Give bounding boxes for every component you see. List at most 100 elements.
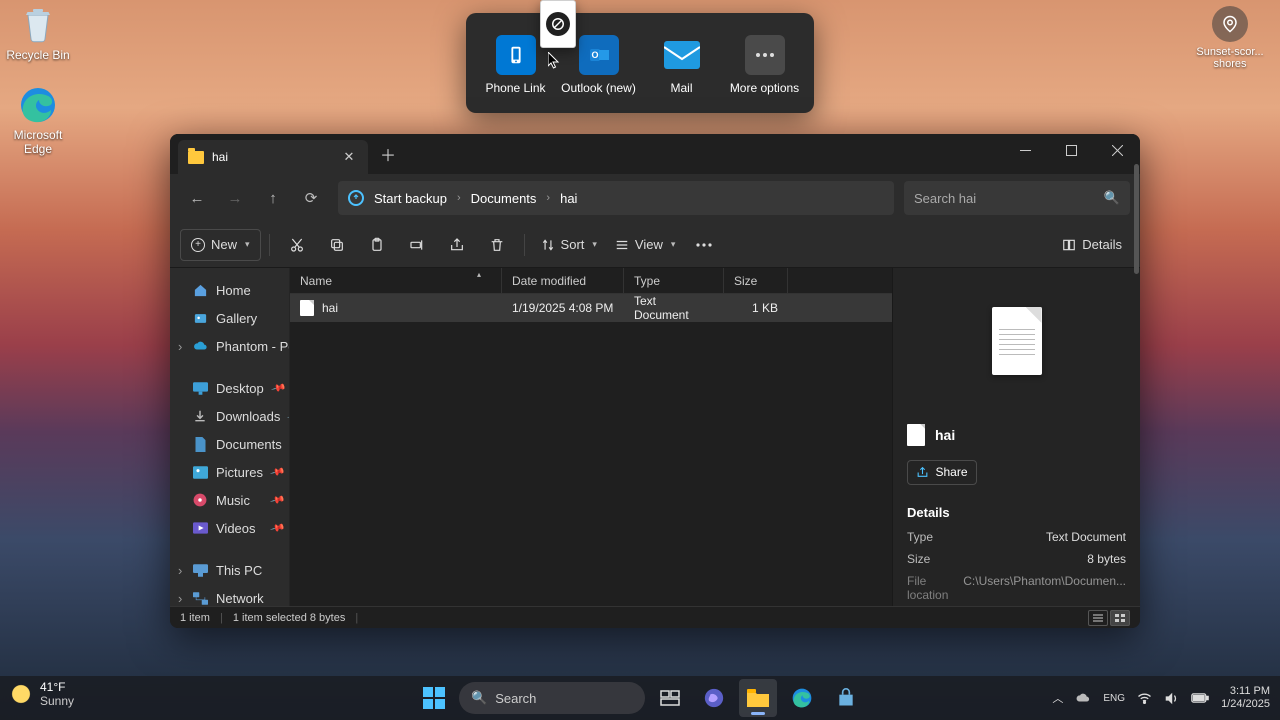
taskbar-weather[interactable]: 41°F Sunny: [10, 680, 74, 708]
breadcrumb-hai[interactable]: hai: [558, 191, 579, 206]
status-item-count: 1 item: [180, 612, 210, 624]
forward-button[interactable]: →: [218, 181, 252, 215]
taskbar[interactable]: 41°F Sunny 🔍 Search ︿ ENG 3:11 PM 1/24/2…: [0, 676, 1280, 720]
chevron-down-icon: ▾: [671, 239, 676, 250]
more-button[interactable]: [685, 229, 723, 261]
search-icon: 🔍: [471, 690, 487, 706]
address-bar[interactable]: Start backup › Documents › hai: [338, 181, 894, 215]
titlebar[interactable]: hai ✕ ＋: [170, 134, 1140, 174]
nav-desktop[interactable]: Desktop📌: [170, 374, 289, 402]
taskbar-search[interactable]: 🔍 Search: [459, 682, 645, 714]
pin-icon: 📌: [270, 380, 286, 396]
view-details-button[interactable]: [1088, 610, 1108, 626]
maximize-button[interactable]: [1048, 134, 1094, 166]
edge-icon: [17, 84, 59, 126]
start-button[interactable]: [415, 679, 453, 717]
mail-icon: [662, 35, 702, 75]
tray-onedrive-icon[interactable]: [1075, 693, 1091, 704]
text-file-icon: [907, 424, 925, 446]
nav-pictures[interactable]: Pictures📌: [170, 458, 289, 486]
column-size[interactable]: Size: [724, 268, 788, 293]
no-drop-icon: [546, 12, 570, 36]
nav-downloads[interactable]: Downloads📌: [170, 402, 289, 430]
nav-network[interactable]: Network: [170, 584, 289, 606]
details-type: TypeText Document: [893, 526, 1140, 548]
outlook-icon: O: [579, 35, 619, 75]
share-button[interactable]: [438, 229, 476, 261]
text-file-icon: [300, 300, 314, 316]
details-toggle[interactable]: Details: [1054, 229, 1130, 261]
nav-documents[interactable]: Documents📌: [170, 430, 289, 458]
share-option-mail[interactable]: Mail: [642, 35, 722, 95]
taskbar-store[interactable]: [827, 679, 865, 717]
refresh-button[interactable]: ⟳: [294, 181, 328, 215]
view-large-button[interactable]: [1110, 610, 1130, 626]
nav-gallery[interactable]: Gallery: [170, 304, 289, 332]
share-popup: Phone Link O Outlook (new) Mail More opt…: [466, 13, 814, 113]
sort-button[interactable]: Sort ▾: [533, 229, 605, 261]
file-preview: [893, 268, 1140, 414]
desktop-news-widget[interactable]: Sunset-scor... shores: [1188, 6, 1272, 70]
navigation-pane[interactable]: Home Gallery Phantom - Persc Desktop📌 Do…: [170, 268, 290, 606]
column-type[interactable]: Type: [624, 268, 724, 293]
status-bar: 1 item | 1 item selected 8 bytes |: [170, 606, 1140, 628]
view-button[interactable]: View ▾: [607, 229, 683, 261]
desktop-icon: [192, 380, 208, 396]
nav-onedrive[interactable]: Phantom - Persc: [170, 332, 289, 360]
sort-asc-icon: ▴: [477, 270, 481, 279]
plus-circle-icon: +: [191, 238, 205, 252]
details-header: Details: [893, 499, 1140, 526]
tab-close-button[interactable]: ✕: [340, 149, 358, 165]
breadcrumb-backup[interactable]: Start backup: [372, 191, 449, 206]
tray-chevron-up-icon[interactable]: ︿: [1052, 690, 1063, 706]
desktop-icon-recycle-bin[interactable]: Recycle Bin: [2, 4, 74, 62]
cut-button[interactable]: [278, 229, 316, 261]
search-input[interactable]: Search hai 🔍: [904, 181, 1130, 215]
details-size: Size8 bytes: [893, 548, 1140, 570]
nav-music[interactable]: Music📌: [170, 486, 289, 514]
tray-battery-icon[interactable]: [1191, 693, 1209, 703]
copy-button[interactable]: [318, 229, 356, 261]
file-explorer-window: hai ✕ ＋ ← → ↑ ⟳ Start backup › Documents…: [170, 134, 1140, 628]
tray-network-icon[interactable]: [1137, 692, 1152, 704]
task-view-button[interactable]: [651, 679, 689, 717]
nav-videos[interactable]: Videos📌: [170, 514, 289, 542]
paste-button[interactable]: [358, 229, 396, 261]
pc-icon: [192, 562, 208, 578]
breadcrumb-documents[interactable]: Documents: [469, 191, 539, 206]
file-row[interactable]: hai 1/19/2025 4:08 PM Text Document 1 KB: [290, 294, 892, 322]
rename-button[interactable]: [398, 229, 436, 261]
back-button[interactable]: ←: [180, 181, 214, 215]
network-icon: [192, 590, 208, 606]
close-button[interactable]: [1094, 134, 1140, 166]
home-icon: [192, 282, 208, 298]
tray-language[interactable]: ENG: [1103, 693, 1125, 704]
taskbar-explorer[interactable]: [739, 679, 777, 717]
pin-icon: 📌: [269, 520, 285, 536]
column-name[interactable]: Name▴: [290, 268, 502, 293]
taskbar-edge[interactable]: [783, 679, 821, 717]
system-tray[interactable]: ︿ ENG 3:11 PM 1/24/2025: [1052, 676, 1270, 720]
cloud-backup-icon: [348, 190, 364, 206]
minimize-button[interactable]: [1002, 134, 1048, 166]
pin-icon: 📌: [269, 464, 285, 480]
videos-icon: [192, 520, 208, 536]
taskbar-clock[interactable]: 3:11 PM 1/24/2025: [1221, 685, 1270, 711]
new-tab-button[interactable]: ＋: [374, 142, 402, 166]
search-icon: 🔍: [1104, 190, 1120, 206]
desktop-icon-microsoft-edge[interactable]: Microsoft Edge: [2, 84, 74, 156]
delete-button[interactable]: [478, 229, 516, 261]
up-button[interactable]: ↑: [256, 181, 290, 215]
column-date[interactable]: Date modified: [502, 268, 624, 293]
share-button[interactable]: Share: [907, 460, 977, 485]
new-button[interactable]: + New ▾: [180, 229, 261, 261]
tray-volume-icon[interactable]: [1164, 692, 1179, 705]
nav-home[interactable]: Home: [170, 276, 289, 304]
file-list[interactable]: Name▴ Date modified Type Size hai 1/19/2…: [290, 268, 892, 606]
tab-hai[interactable]: hai ✕: [178, 140, 368, 174]
nav-this-pc[interactable]: This PC: [170, 556, 289, 584]
more-icon: [745, 35, 785, 75]
location-icon: [1212, 6, 1248, 42]
share-option-more[interactable]: More options: [725, 35, 805, 95]
taskbar-copilot[interactable]: [695, 679, 733, 717]
